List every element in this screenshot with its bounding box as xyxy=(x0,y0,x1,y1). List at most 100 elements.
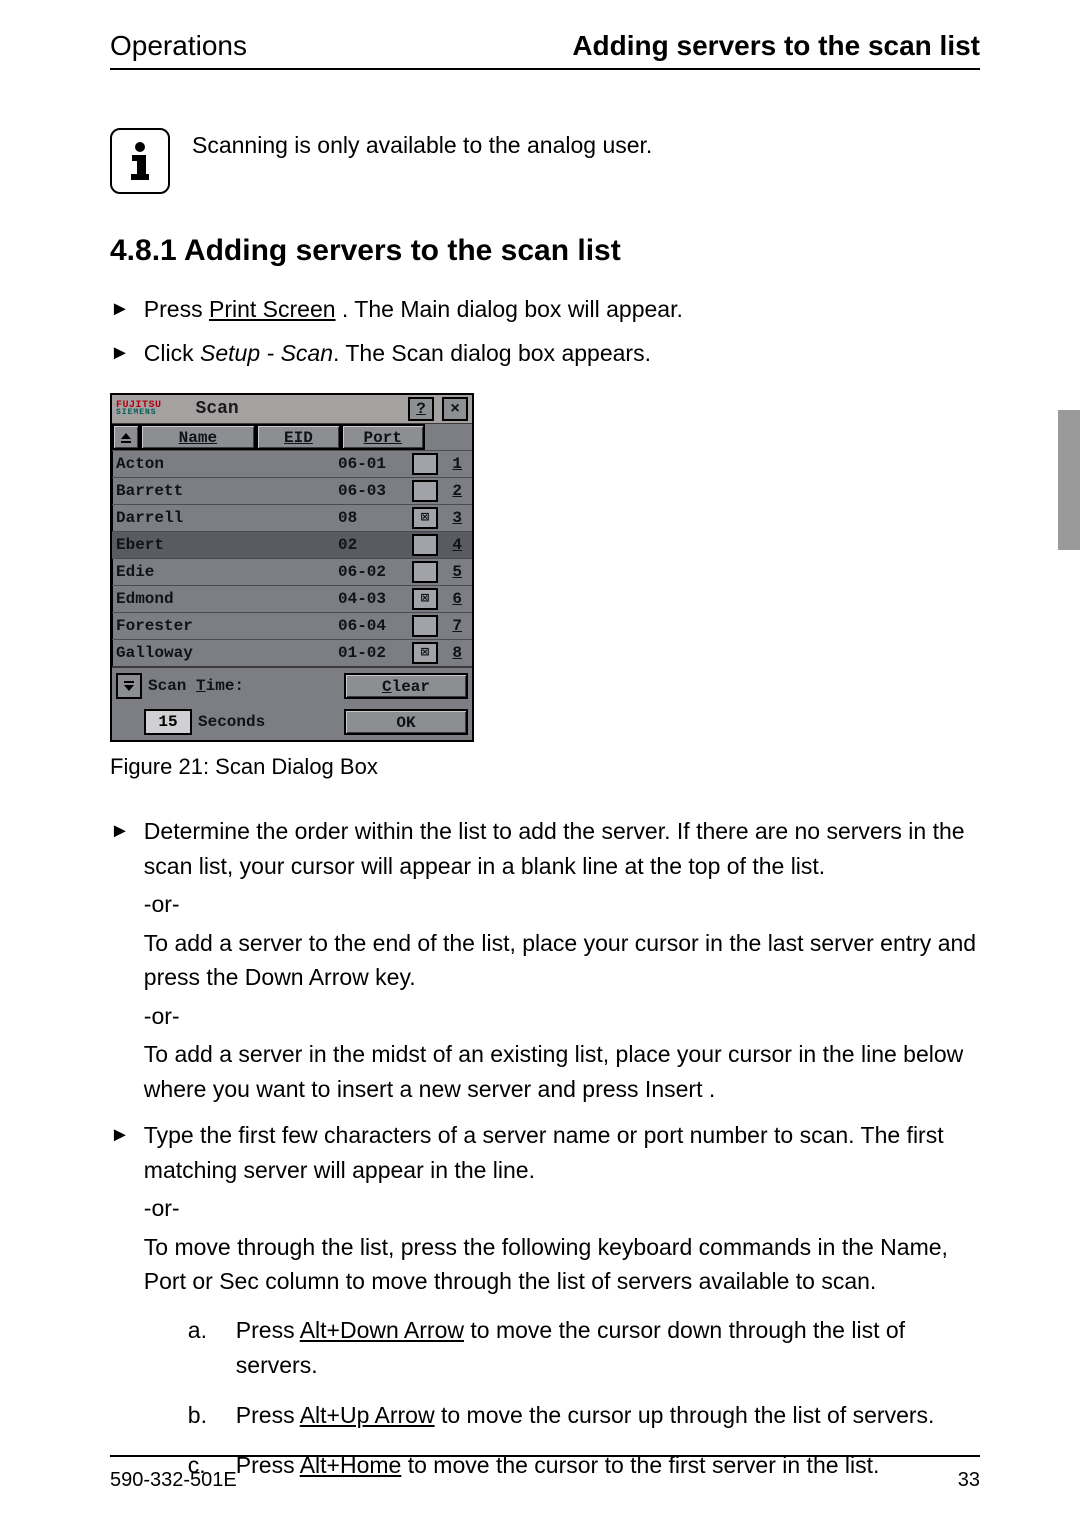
runhead-right: Adding servers to the scan list xyxy=(572,30,980,62)
page-number: 33 xyxy=(958,1469,980,1492)
list-label: b. xyxy=(188,1398,214,1434)
text: . The Scan dialog box appears. xyxy=(333,340,651,366)
logo-text-bottom: SIEMENS xyxy=(116,410,162,417)
text: . The Main dialog box will appear. xyxy=(336,296,683,322)
scan-checkbox[interactable] xyxy=(412,534,438,556)
key-print-screen: Print Screen xyxy=(209,296,336,322)
scan-checkbox[interactable] xyxy=(412,615,438,637)
server-row[interactable]: Edie06-025 xyxy=(112,558,472,585)
server-port-cell: 01-02 xyxy=(334,644,408,662)
close-icon: × xyxy=(450,401,460,417)
text: to move the cursor up through the list o… xyxy=(435,1402,935,1428)
scan-dialog: FUJITSU SIEMENS Scan ? × Name EID Port A… xyxy=(110,393,474,742)
bullet-arrow-icon: ► xyxy=(110,1118,130,1152)
scan-checkbox[interactable]: ⊠ xyxy=(412,588,438,610)
sort-descending-button[interactable] xyxy=(116,673,142,699)
server-row[interactable]: Forester06-04 7 xyxy=(112,612,472,639)
mnemonic: C xyxy=(382,678,392,696)
server-list: Acton06-011Barrett06-032Darrell08⊠3Ebert… xyxy=(112,450,472,666)
sub-item-b: b. Press Alt+Up Arrow to move the cursor… xyxy=(188,1398,980,1434)
footer-rule xyxy=(110,1455,980,1457)
menu-path: Setup - Scan xyxy=(200,340,333,366)
server-name-cell: Edmond xyxy=(112,590,334,608)
row-index: 1 xyxy=(442,455,466,473)
server-port-cell: 06-01 xyxy=(334,455,408,473)
or-separator: -or- xyxy=(144,1191,980,1226)
sub-item-a: a. Press Alt+Down Arrow to move the curs… xyxy=(188,1313,980,1384)
close-button[interactable]: × xyxy=(442,397,468,421)
step-4-body: Type the first few characters of a serve… xyxy=(144,1118,980,1497)
step-2-text: Click Setup - Scan. The Scan dialog box … xyxy=(144,336,980,372)
server-row[interactable]: Galloway01-02⊠8 xyxy=(112,639,472,666)
text: lear xyxy=(392,678,430,696)
ok-button[interactable]: OK xyxy=(344,709,468,735)
bullet-arrow-icon: ► xyxy=(110,336,130,370)
server-name-cell: Ebert xyxy=(112,536,334,554)
column-eid[interactable]: EID xyxy=(256,424,340,450)
help-button[interactable]: ? xyxy=(408,397,434,421)
row-index: 4 xyxy=(442,536,466,554)
section-heading: 4.8.1 Adding servers to the scan list xyxy=(110,234,980,268)
scan-checkbox[interactable] xyxy=(412,480,438,502)
runhead-left: Operations xyxy=(110,30,247,62)
help-icon: ? xyxy=(416,401,426,417)
info-icon xyxy=(110,128,170,194)
server-port-cell: 04-03 xyxy=(334,590,408,608)
server-name-cell: Edie xyxy=(112,563,334,581)
server-row[interactable]: Acton06-01 1 xyxy=(112,450,472,477)
server-row[interactable]: Barrett06-032 xyxy=(112,477,472,504)
key-alt-down: Alt+Down Arrow xyxy=(300,1317,464,1343)
bullet-arrow-icon: ► xyxy=(110,814,130,848)
row-index: 5 xyxy=(442,563,466,581)
page-footer: 590-332-501E 33 xyxy=(110,1469,980,1492)
row-index: 7 xyxy=(442,617,466,635)
server-name-cell: Acton xyxy=(112,455,334,473)
text: Press xyxy=(144,296,209,322)
step-3-body: Determine the order within the list to a… xyxy=(144,814,980,1106)
list-label: a. xyxy=(188,1313,214,1384)
server-row[interactable]: Ebert02 4 xyxy=(112,531,472,558)
scan-checkbox[interactable]: ⊠ xyxy=(412,642,438,664)
text: ime: xyxy=(206,677,244,695)
figure-caption: Figure 21: Scan Dialog Box xyxy=(110,754,980,780)
row-index: 6 xyxy=(442,590,466,608)
thumb-index-tab xyxy=(1058,410,1080,550)
sort-ascending-button[interactable] xyxy=(112,424,140,450)
row-index: 8 xyxy=(442,644,466,662)
text: Determine the order within the list to a… xyxy=(144,814,980,883)
or-separator: -or- xyxy=(144,999,980,1034)
text: To add a server in the midst of an exist… xyxy=(144,1037,980,1106)
server-port-cell: 02 xyxy=(334,536,408,554)
scan-time-input[interactable] xyxy=(144,709,192,735)
key-alt-up: Alt+Up Arrow xyxy=(300,1402,435,1428)
scan-checkbox[interactable] xyxy=(412,453,438,475)
step-3: ► Determine the order within the list to… xyxy=(110,814,980,1106)
doc-number: 590-332-501E xyxy=(110,1469,237,1492)
info-note: Scanning is only available to the analog… xyxy=(110,128,980,194)
server-row[interactable]: Darrell08⊠3 xyxy=(112,504,472,531)
text: Click xyxy=(144,340,200,366)
scan-checkbox[interactable]: ⊠ xyxy=(412,507,438,529)
server-row[interactable]: Edmond04-03⊠6 xyxy=(112,585,472,612)
column-port[interactable]: Port xyxy=(341,424,425,450)
server-name-cell: Galloway xyxy=(112,644,334,662)
server-port-cell: 06-04 xyxy=(334,617,408,635)
step-1-text: Press Print Screen . The Main dialog box… xyxy=(144,292,980,328)
clear-button[interactable]: Clear xyxy=(344,673,468,699)
or-separator: -or- xyxy=(144,887,980,922)
bullet-arrow-icon: ► xyxy=(110,292,130,326)
row-index: 2 xyxy=(442,482,466,500)
scan-checkbox[interactable] xyxy=(412,561,438,583)
step-2: ► Click Setup - Scan. The Scan dialog bo… xyxy=(110,336,980,372)
column-name[interactable]: Name xyxy=(140,424,257,450)
step-1: ► Press Print Screen . The Main dialog b… xyxy=(110,292,980,328)
keyboard-sublist: a. Press Alt+Down Arrow to move the curs… xyxy=(188,1313,980,1484)
row-index: 3 xyxy=(442,509,466,527)
dialog-title: Scan xyxy=(168,399,400,419)
text: Press xyxy=(236,1317,300,1343)
server-name-cell: Darrell xyxy=(112,509,334,527)
server-name-cell: Forester xyxy=(112,617,334,635)
text: To add a server to the end of the list, … xyxy=(144,926,980,995)
scan-time-label: Scan Time: xyxy=(148,677,244,695)
text: Scan xyxy=(148,677,196,695)
